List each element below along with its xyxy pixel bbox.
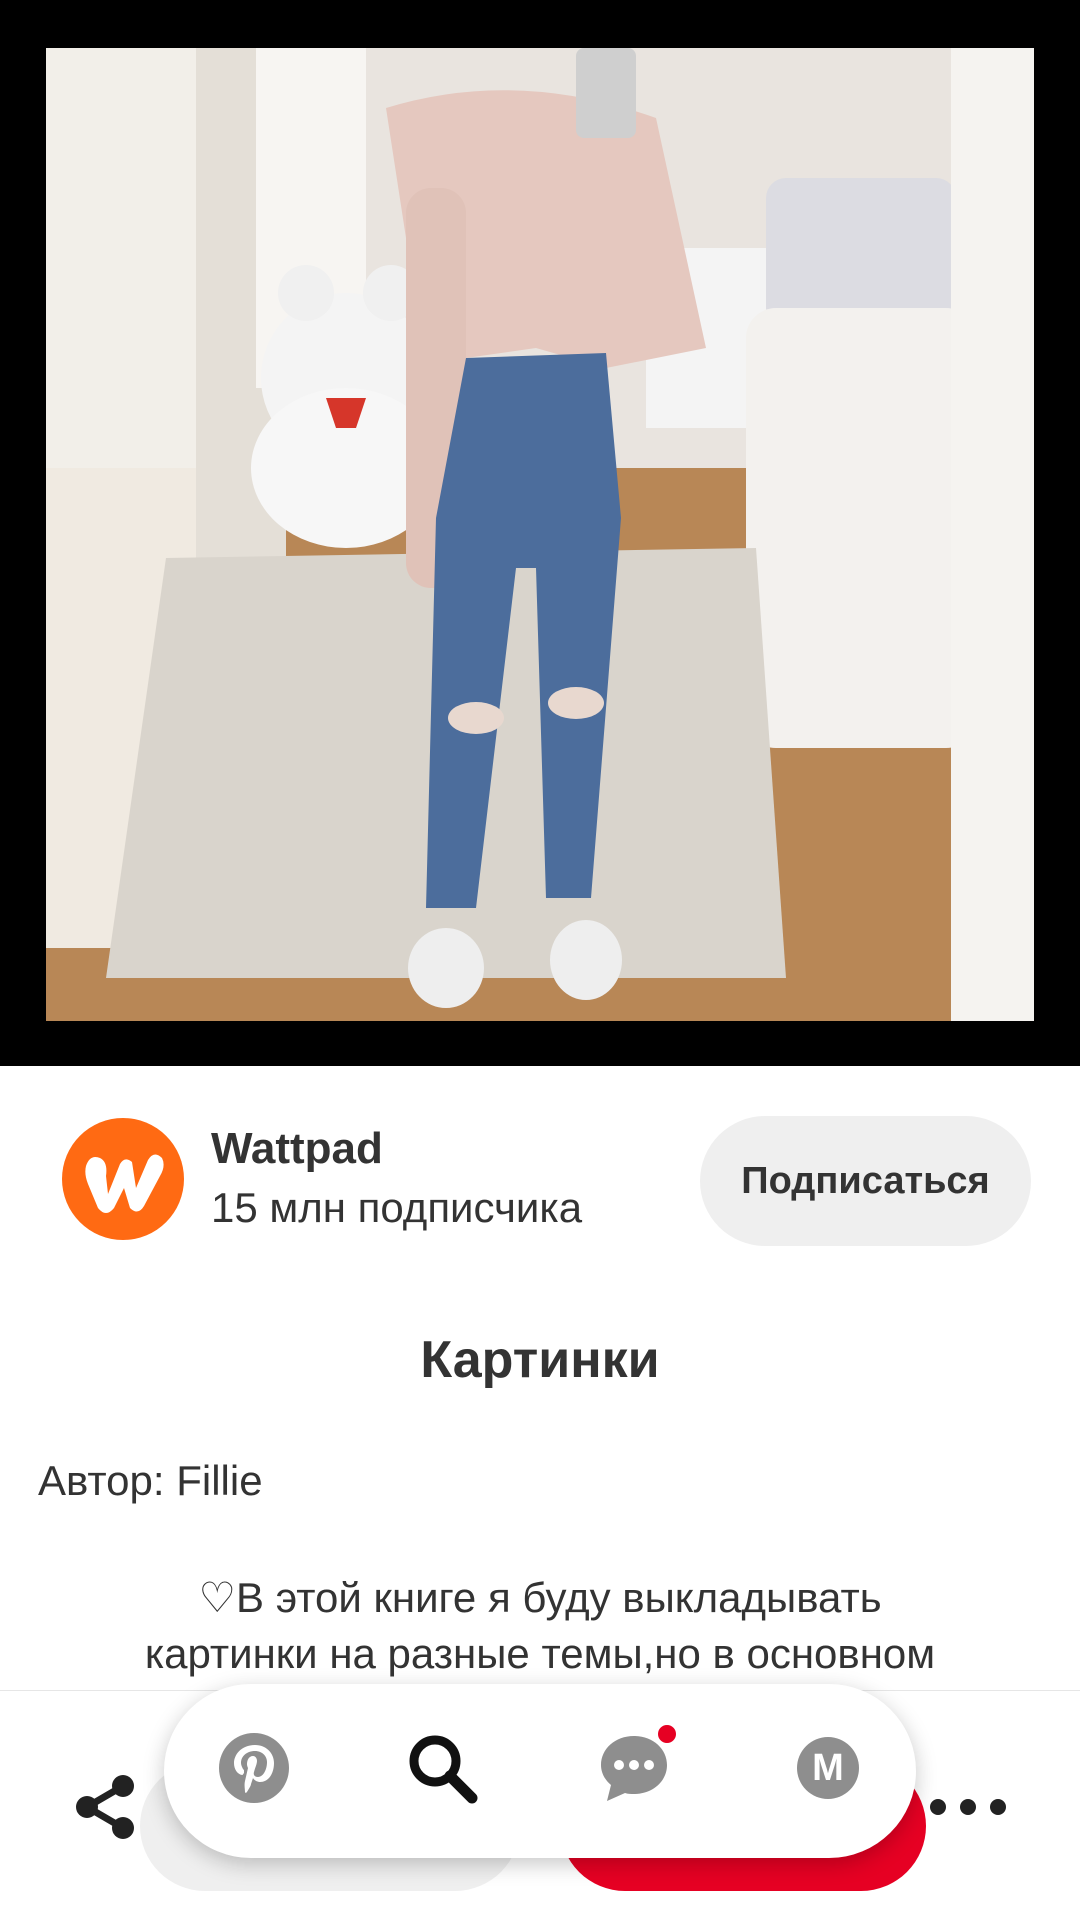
- creator-followers: 15 млн подписчика: [211, 1184, 583, 1231]
- description-line: картинки на разные темы,но в основном: [144, 1630, 936, 1677]
- creator-avatar[interactable]: [62, 1118, 184, 1240]
- floating-nav-bar: M: [164, 1684, 916, 1858]
- creator-row: Wattpad 15 млн подписчика Подписаться: [0, 1066, 1080, 1246]
- search-icon: [409, 1735, 478, 1804]
- creator-name[interactable]: Wattpad: [211, 1124, 383, 1174]
- nav-profile[interactable]: M: [778, 1718, 878, 1818]
- notification-badge: [655, 1722, 679, 1746]
- pin-image-frame: [0, 0, 1080, 1066]
- description-line: ♡В этой книге я буду выкладывать: [198, 1574, 882, 1621]
- more-icon: [930, 1799, 946, 1815]
- share-button[interactable]: [66, 1767, 146, 1847]
- profile-avatar-icon: M: [797, 1737, 859, 1799]
- nav-search[interactable]: [392, 1718, 492, 1818]
- pinterest-icon: [219, 1733, 289, 1803]
- pin-photo[interactable]: [46, 48, 1034, 1021]
- follow-button[interactable]: Подписаться: [700, 1116, 1031, 1246]
- pin-author: Автор: Fillie: [38, 1457, 263, 1504]
- pin-description: ♡В этой книге я буду выкладывать картинк…: [40, 1570, 1040, 1682]
- pin-title: Картинки: [420, 1331, 660, 1389]
- wattpad-logo-icon: [85, 1154, 164, 1213]
- more-options-button[interactable]: [930, 1787, 1006, 1827]
- nav-home[interactable]: [204, 1718, 304, 1818]
- pin-photo-illustration: [46, 48, 1034, 1021]
- share-icon: [76, 1775, 134, 1839]
